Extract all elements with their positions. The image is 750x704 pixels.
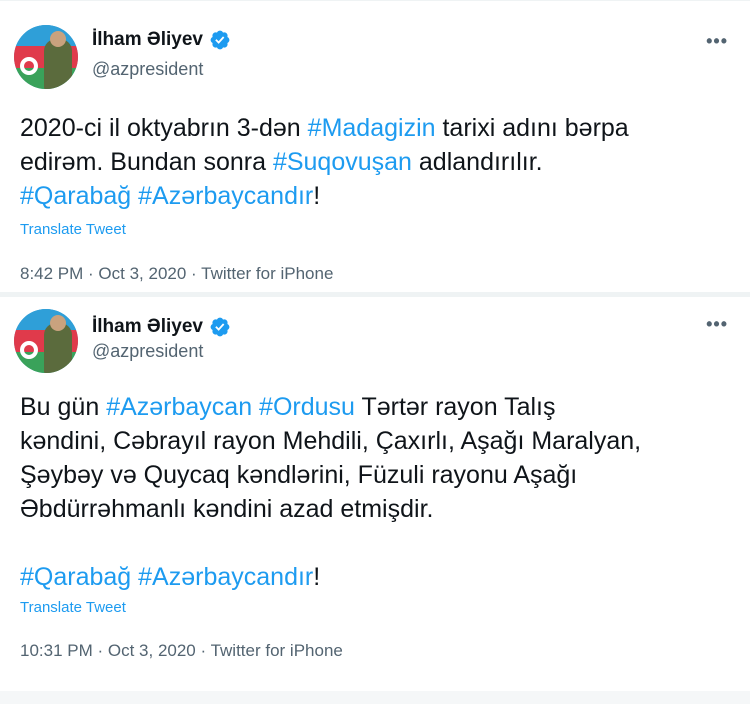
- tweet-text-run: 2020-ci il oktyabrın 3-dən: [20, 114, 308, 142]
- tweet-text-line: Əbdürrəhmanlı kəndini azad etmişdir.: [20, 492, 735, 526]
- tweet-1[interactable]: İlham Əliyev @azpresident ••• 2020-ci il…: [0, 0, 750, 293]
- tweet-text-run: Əbdürrəhmanlı kəndini azad etmişdir.: [20, 495, 434, 523]
- tweet-text-run: Şəybəy və Quycaq kəndlərini, Füzuli rayo…: [20, 461, 578, 489]
- verified-badge-icon: [210, 30, 230, 50]
- more-horizontal-icon[interactable]: •••: [706, 31, 728, 52]
- hashtag-link[interactable]: #Madagizin: [308, 114, 436, 142]
- author-name[interactable]: İlham Əliyev: [92, 316, 231, 338]
- tweet-text-run: Tərtər rayon Talış: [354, 393, 556, 421]
- author-handle[interactable]: @azpresident: [92, 341, 203, 362]
- hashtag-link[interactable]: #Suqovuşan: [273, 148, 412, 176]
- author-handle[interactable]: @azpresident: [92, 59, 203, 80]
- tweet-text-line: 2020-ci il oktyabrın 3-dən #Madagizin ta…: [20, 111, 735, 145]
- tweet-text-line: [20, 526, 735, 560]
- avatar[interactable]: [14, 309, 78, 373]
- tweet-text-run: edirəm. Bundan sonra: [20, 148, 273, 176]
- tweet-source[interactable]: Twitter for iPhone: [201, 264, 333, 283]
- tweet-divider: [0, 691, 750, 704]
- tweet-text-line: #Qarabağ #Azərbaycandır!: [20, 179, 735, 213]
- tweet-text-line: Şəybəy və Quycaq kəndlərini, Füzuli rayo…: [20, 458, 735, 492]
- tweet-text: Bu gün #Azərbaycan #Ordusu Tərtər rayon …: [20, 390, 735, 594]
- tweet-meta: 10:31 PM · Oct 3, 2020 · Twitter for iPh…: [20, 641, 343, 661]
- author-name-text[interactable]: İlham Əliyev: [92, 29, 203, 51]
- translate-tweet-link[interactable]: Translate Tweet: [20, 599, 126, 616]
- tweet-text-line: #Qarabağ #Azərbaycandır!: [20, 560, 735, 594]
- tweet-date[interactable]: Oct 3, 2020: [108, 641, 196, 660]
- hashtag-link[interactable]: #Azərbaycan #Ordusu: [106, 393, 355, 421]
- tweet-text-run: !: [313, 182, 321, 210]
- tweet-meta: 8:42 PM · Oct 3, 2020 · Twitter for iPho…: [20, 264, 333, 284]
- tweet-time[interactable]: 8:42 PM: [20, 264, 83, 283]
- tweet-time[interactable]: 10:31 PM: [20, 641, 93, 660]
- avatar-head: [50, 31, 66, 47]
- meta-separator: ·: [186, 264, 202, 283]
- tweet-text-run: !: [313, 563, 321, 591]
- meta-separator: ·: [92, 641, 108, 660]
- tweet-text: 2020-ci il oktyabrın 3-dən #Madagizin ta…: [20, 111, 735, 213]
- meta-separator: ·: [83, 264, 99, 283]
- hashtag-link[interactable]: #Qarabağ #Azərbaycandır: [20, 182, 313, 210]
- tweet-text-line: Bu gün #Azərbaycan #Ordusu Tərtər rayon …: [20, 390, 735, 424]
- tweet-text-run: tarixi adını bərpa: [435, 114, 629, 142]
- tweet-source[interactable]: Twitter for iPhone: [211, 641, 343, 660]
- hashtag-link[interactable]: #Qarabağ #Azərbaycandır: [20, 563, 313, 591]
- translate-tweet-link[interactable]: Translate Tweet: [20, 221, 126, 238]
- tweet-text-run: adlandırılır.: [411, 148, 543, 176]
- tweet-text-run: Bu gün: [20, 393, 107, 421]
- more-horizontal-icon[interactable]: •••: [706, 314, 728, 335]
- crescent-icon: [20, 341, 38, 359]
- meta-separator: ·: [195, 641, 211, 660]
- tweet-date[interactable]: Oct 3, 2020: [98, 264, 186, 283]
- tweet-text-run: kəndini, Cəbrayıl rayon Mehdili, Çaxırlı…: [20, 427, 642, 455]
- tweet-text-line: kəndini, Cəbrayıl rayon Mehdili, Çaxırlı…: [20, 424, 735, 458]
- avatar[interactable]: [14, 25, 78, 89]
- verified-badge-icon: [210, 317, 230, 337]
- tweet-text-line: edirəm. Bundan sonra #Suqovuşan adlandır…: [20, 145, 735, 179]
- crescent-icon: [20, 57, 38, 75]
- author-name-text[interactable]: İlham Əliyev: [92, 316, 203, 338]
- avatar-head: [50, 315, 66, 331]
- author-name[interactable]: İlham Əliyev: [92, 29, 231, 51]
